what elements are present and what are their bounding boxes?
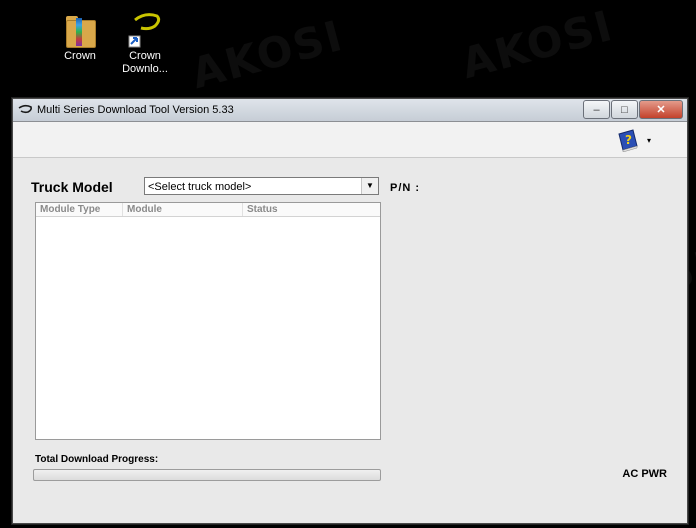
watermark: AKOSI — [186, 10, 349, 99]
help-dropdown-icon[interactable]: ▾ — [647, 136, 651, 145]
crown-logo-icon — [18, 104, 32, 114]
svg-text:?: ? — [625, 133, 632, 147]
help-book-icon[interactable]: ? — [615, 128, 641, 152]
window-title: Multi Series Download Tool Version 5.33 — [37, 104, 234, 116]
toolbar: ? ▾ — [13, 122, 687, 158]
module-list[interactable]: Module Type Module Status — [35, 202, 381, 440]
minimize-button[interactable]: – — [583, 100, 610, 119]
crown-shortcut-icon — [127, 10, 163, 48]
desktop-icon-label: Crown Downlo... — [122, 50, 168, 75]
maximize-button[interactable]: □ — [611, 100, 638, 119]
title-bar[interactable]: Multi Series Download Tool Version 5.33 … — [13, 99, 687, 122]
truck-model-selected: <Select truck model> — [148, 181, 252, 193]
desktop-icon-label: Crown — [64, 50, 96, 62]
desktop-icon-crown[interactable]: Crown — [45, 10, 115, 63]
watermark: AKOSI — [456, 0, 619, 89]
truck-model-select[interactable]: <Select truck model> ▼ — [144, 177, 379, 195]
download-progress-bar — [33, 469, 381, 481]
module-list-header: Module Type Module Status — [36, 203, 380, 217]
main-content: Truck Model <Select truck model> ▼ P/N :… — [13, 158, 687, 522]
column-header-module[interactable]: Module — [123, 203, 243, 216]
column-header-status[interactable]: Status — [243, 203, 380, 216]
part-number-label: P/N : — [390, 182, 421, 194]
power-status: AC PWR — [622, 468, 667, 480]
chevron-down-icon[interactable]: ▼ — [361, 178, 378, 194]
column-header-module-type[interactable]: Module Type — [36, 203, 123, 216]
progress-label: Total Download Progress: — [35, 454, 159, 465]
winrar-archive-icon — [62, 10, 98, 48]
truck-model-label: Truck Model — [31, 179, 113, 195]
desktop-icon-crown-download[interactable]: Crown Downlo... — [110, 10, 180, 76]
close-button[interactable]: ✕ — [639, 100, 683, 119]
app-window: Multi Series Download Tool Version 5.33 … — [12, 98, 688, 524]
